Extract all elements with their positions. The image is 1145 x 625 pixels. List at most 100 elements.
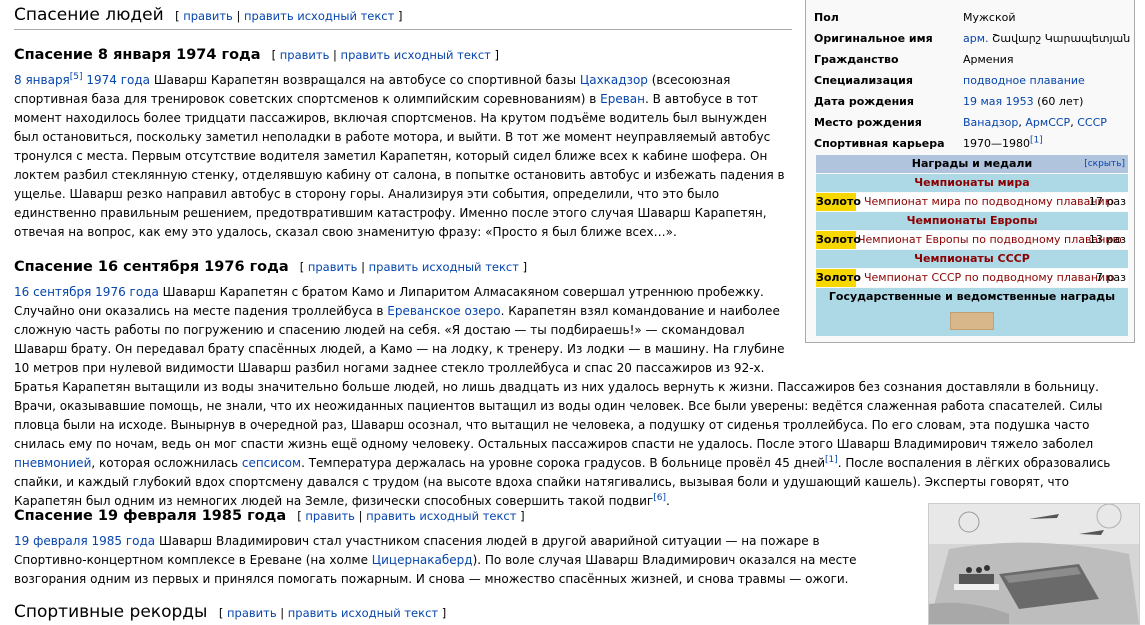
link-16-september-1976[interactable]: 16 сентября 1976 года: [14, 285, 159, 299]
edit-source-link[interactable]: править исходный текст: [369, 260, 519, 274]
infobox-row-birth-place: Место рождения Ванадзор, АрмССР, СССР: [814, 112, 1130, 133]
text: , которая осложнилась: [91, 456, 242, 470]
infobox-key: Спортивная карьера: [814, 137, 945, 150]
infobox-row-citizenship: Гражданство Армения: [814, 49, 1130, 70]
awards-category-europe: Чемпионаты Европы: [816, 212, 1128, 230]
edit-links: [ править | править исходный текст ]: [297, 509, 525, 523]
award-line-europe: Золото Чемпионат Европы по подводному пл…: [816, 231, 1128, 249]
edit-source-link[interactable]: править исходный текст: [288, 606, 438, 620]
infobox-key: Дата рождения: [814, 95, 914, 108]
edit-links: [ править | править исходный текст ]: [271, 48, 500, 62]
link-1974[interactable]: 1974 года: [86, 73, 150, 87]
edit-sep: |: [333, 48, 337, 62]
section-records: Спортивные рекорды [ править | править и…: [14, 602, 884, 623]
edit-link[interactable]: править: [308, 260, 358, 274]
page-heading-title: Спасение людей: [14, 5, 164, 25]
section-1985: Спасение 19 февраля 1985 года [ править …: [14, 506, 884, 589]
award-count: 13 раз: [1088, 233, 1126, 246]
edit-source-link[interactable]: править исходный текст: [366, 509, 516, 523]
infobox-value: Ванадзор, АрмССР, СССР: [963, 112, 1107, 133]
infobox-value: подводное плавание: [963, 70, 1085, 91]
text: Шаварш Карапетян возвращался на автобусе…: [150, 73, 580, 87]
awards-header: Награды и медали [скрыть]: [816, 155, 1128, 173]
infobox-row-specialization: Специализация подводное плавание: [814, 70, 1130, 91]
text: . В автобусе в тот момент находилось бол…: [14, 92, 785, 239]
link-yerevan-lake[interactable]: Ереванское озеро: [387, 304, 500, 318]
ref-1[interactable]: [1]: [825, 455, 838, 465]
section-1985-text: 19 февраля 1985 года Шаварш Владимирович…: [14, 532, 874, 589]
section-heading-rescue: Спасение людей [ править | править исход…: [14, 4, 792, 30]
gold-badge: Золото: [816, 269, 861, 287]
edit-source-link[interactable]: править исходный текст: [341, 48, 491, 62]
link-vanadzor[interactable]: Ванадзор: [963, 116, 1018, 129]
award-line-world: Золото Чемпионат мира по подводному плав…: [816, 193, 1128, 211]
link-19-february-1985[interactable]: 19 февраля 1985 года: [14, 534, 155, 548]
ref-5[interactable]: [5]: [70, 72, 83, 82]
link-armenian[interactable]: арм.: [963, 32, 989, 45]
link-armssr[interactable]: АрмССР: [1025, 116, 1070, 129]
section-1985-title: Спасение 19 февраля 1985 года [ править …: [14, 506, 884, 526]
edit-link[interactable]: править: [305, 509, 355, 523]
section-1974-text: 8 января[5] 1974 года Шаварш Карапетян в…: [14, 71, 790, 242]
link-birth-date[interactable]: 19 мая 1953: [963, 95, 1034, 108]
link-ussr[interactable]: СССР: [1077, 116, 1107, 129]
ref-6[interactable]: [6]: [653, 493, 666, 503]
edit-sep: |: [280, 606, 285, 620]
infobox-key: Место рождения: [814, 116, 922, 129]
gold-badge: Золото: [816, 193, 861, 211]
infobox: Пол Мужской Оригинальное имя арм. Շավարշ…: [805, 0, 1135, 343]
infobox-key: Пол: [814, 11, 839, 24]
link-sepsis[interactable]: сепсисом: [242, 456, 301, 470]
award-event-link[interactable]: Чемпионат СССР по подводному плаванию: [864, 269, 1114, 287]
award-event-link[interactable]: Чемпионат Европы по подводному плаванию: [858, 231, 1122, 249]
infobox-key: Специализация: [814, 74, 913, 87]
infobox-key: Оригинальное имя: [814, 32, 933, 45]
armenian-name: Շավարշ Կարապետյան: [988, 32, 1131, 45]
gold-badge: Золото: [816, 231, 861, 249]
edit-source-link[interactable]: править исходный текст: [244, 9, 394, 23]
infobox-row-birth-date: Дата рождения 19 мая 1953 (60 лет): [814, 91, 1130, 112]
link-pneumonia[interactable]: пневмонией: [14, 456, 91, 470]
awards-table: Награды и медали [скрыть] Чемпионаты мир…: [816, 155, 1128, 336]
edit-link[interactable]: править: [227, 606, 277, 620]
infobox-row-career: Спортивная карьера 1970—1980[1]: [814, 133, 1130, 154]
hide-toggle[interactable]: [скрыть]: [1084, 155, 1125, 173]
awards-category-world: Чемпионаты мира: [816, 174, 1128, 192]
infobox-value: 19 мая 1953 (60 лет): [963, 91, 1083, 112]
edit-links: [ править | править исходный текст ]: [175, 9, 403, 23]
link-tsakhkadzor[interactable]: Цахкадзор: [580, 73, 648, 87]
section-title: Спасение 19 февраля 1985 года: [14, 508, 287, 524]
section-records-title: Спортивные рекорды [ править | править и…: [14, 602, 884, 623]
trolleybus-photo[interactable]: [928, 503, 1140, 625]
infobox-row-gender: Пол Мужской: [814, 7, 1130, 28]
edit-links: [ править | править исходный текст ]: [218, 606, 447, 620]
edit-link[interactable]: править: [280, 48, 330, 62]
edit-sep: |: [358, 509, 363, 523]
edit-link[interactable]: править: [183, 9, 233, 23]
section-1974-title: Спасение 8 января 1974 года [ править | …: [14, 45, 790, 65]
link-tsitsernakaberd[interactable]: Цицернакаберд: [372, 553, 473, 567]
link-8-january[interactable]: 8 января: [14, 73, 70, 87]
edit-sep: |: [361, 260, 365, 274]
link-yerevan[interactable]: Ереван: [600, 92, 645, 106]
link-underwater-swimming[interactable]: подводное плавание: [963, 74, 1085, 87]
infobox-value: арм. Շավարշ Կարապետյան: [963, 28, 1130, 49]
career-years: 1970—1980: [963, 137, 1030, 150]
awards-title: Награды и медали: [911, 157, 1033, 170]
infobox-value: Армения: [963, 53, 1014, 66]
infobox-value: Мужской: [963, 11, 1016, 24]
awards-state-title: Государственные и ведомственные награды: [828, 290, 1116, 303]
section-1974: Спасение 8 января 1974 года [ править | …: [14, 45, 790, 242]
award-line-ussr: Золото Чемпионат СССР по подводному плав…: [816, 269, 1128, 287]
section-title: Спасение 8 января 1974 года: [14, 47, 261, 63]
ref-1[interactable]: [1]: [1030, 135, 1043, 145]
medal-ribbon-icon: [950, 312, 994, 330]
photo-illustration: [929, 504, 1139, 624]
award-event-link[interactable]: Чемпионат мира по подводному плаванию: [864, 193, 1114, 211]
infobox-value: 1970—1980[1]: [963, 133, 1043, 154]
section-title: Спортивные рекорды: [14, 602, 208, 622]
edit-sep: |: [236, 9, 241, 23]
section-title: Спасение 16 сентября 1976 года: [14, 259, 289, 275]
awards-category-ussr: Чемпионаты СССР: [816, 250, 1128, 268]
awards-state: Государственные и ведомственные награды: [816, 288, 1128, 336]
